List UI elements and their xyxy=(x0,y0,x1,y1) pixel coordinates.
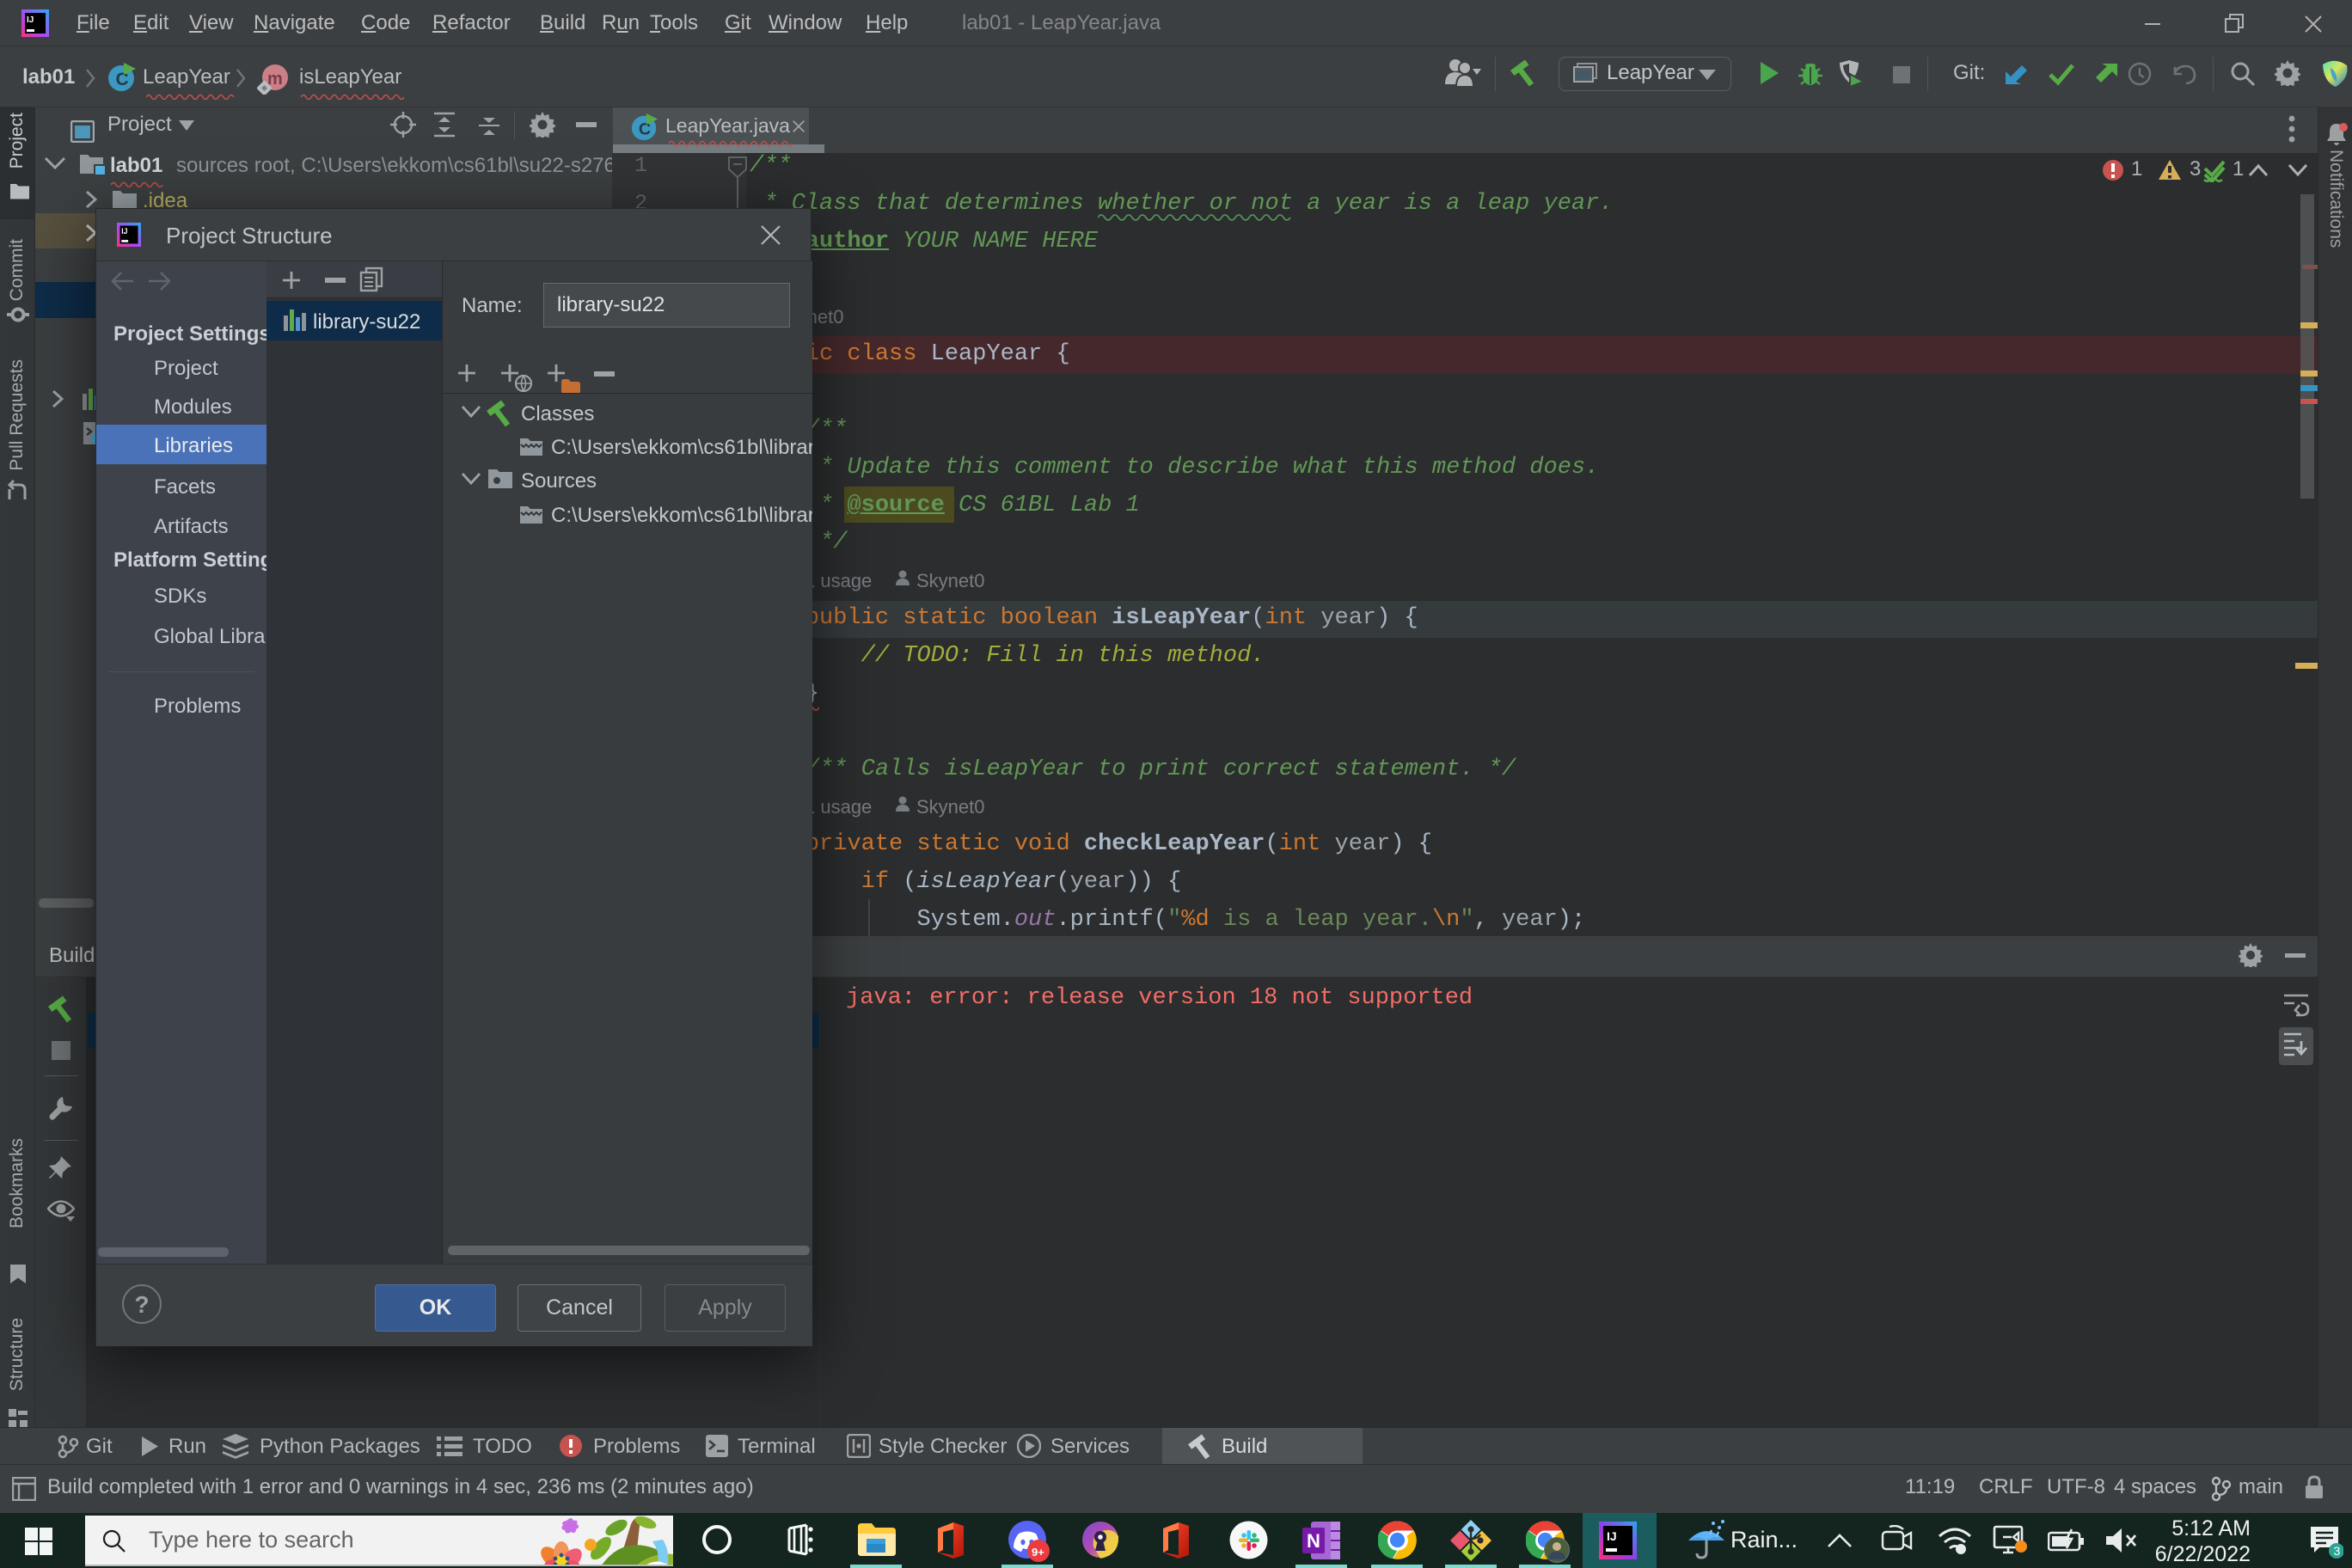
svg-text:IJ: IJ xyxy=(1607,1529,1617,1543)
svg-text:N: N xyxy=(1307,1530,1320,1552)
svg-text:3: 3 xyxy=(2334,1544,2341,1558)
svg-text:IJ: IJ xyxy=(121,227,127,236)
svg-text:9+: 9+ xyxy=(1032,1546,1044,1559)
